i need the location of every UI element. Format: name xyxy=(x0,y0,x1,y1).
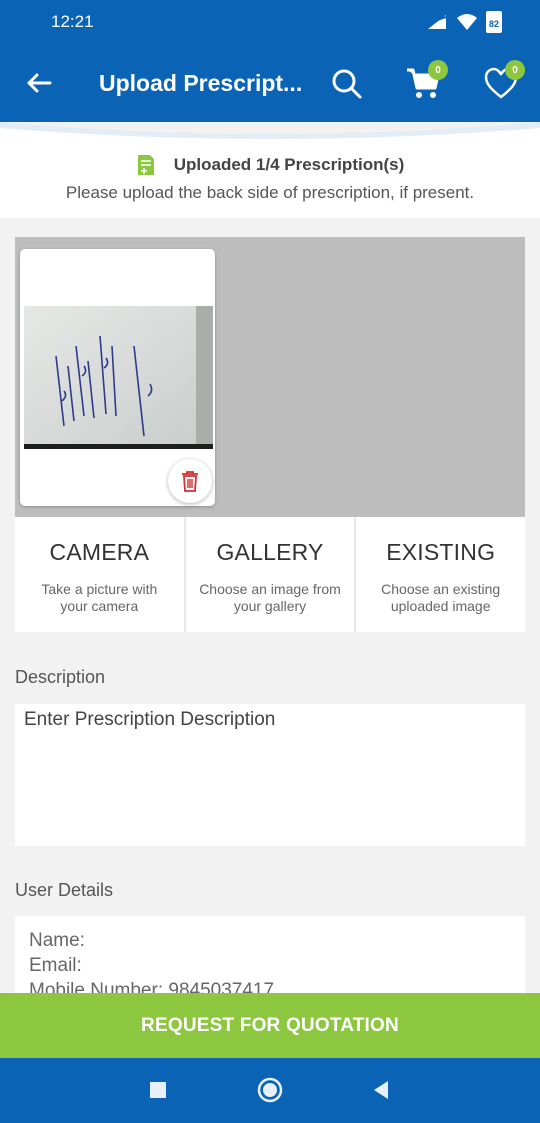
search-button[interactable] xyxy=(331,68,363,100)
cart-button[interactable]: 0 xyxy=(405,60,448,102)
camera-option-title: CAMERA xyxy=(49,539,150,565)
prescription-thumbnail-card[interactable] xyxy=(20,249,215,506)
description-input[interactable]: Enter Prescription Description xyxy=(15,704,525,846)
cart-count-badge: 0 xyxy=(428,60,448,80)
upload-hint: Please upload the back side of prescript… xyxy=(65,183,475,202)
status-time: 12:21 xyxy=(51,12,94,31)
existing-option-desc: Choose an existing uploaded image xyxy=(381,581,501,614)
description-label: Description xyxy=(15,667,106,687)
status-icons: 82 xyxy=(426,11,502,33)
back-button[interactable] xyxy=(24,68,54,98)
request-quotation-button[interactable]: REQUEST FOR QUOTATION xyxy=(0,993,540,1058)
gallery-option[interactable]: GALLERY Choose an image from your galler… xyxy=(185,517,355,632)
camera-option-desc: Take a picture with your camera xyxy=(41,581,158,614)
battery-level: 82 xyxy=(488,19,499,29)
prescription-image xyxy=(24,306,213,449)
existing-option[interactable]: EXISTING Choose an existing uploaded ima… xyxy=(356,517,526,632)
page-title: Upload Prescript... xyxy=(99,70,303,96)
upload-status: Uploaded 1/4 Prescription(s) xyxy=(0,154,540,176)
gallery-option-title: GALLERY xyxy=(216,539,324,565)
prescription-preview-area xyxy=(15,237,525,517)
trash-icon xyxy=(182,471,198,492)
home-button[interactable] xyxy=(257,1077,283,1103)
wishlist-button[interactable]: 0 xyxy=(483,60,525,102)
prescription-doc-icon xyxy=(137,155,154,175)
existing-option-title: EXISTING xyxy=(386,539,496,565)
delete-image-button[interactable] xyxy=(168,459,212,503)
search-icon xyxy=(332,69,362,99)
recents-button[interactable] xyxy=(145,1077,171,1103)
app-bar: Upload Prescript... 0 0 xyxy=(0,44,540,122)
prescription-photo xyxy=(24,306,213,449)
system-nav-bar xyxy=(0,1058,540,1123)
circle-icon xyxy=(257,1077,283,1103)
user-details-label: User Details xyxy=(15,880,114,900)
status-bar: 12:21 82 xyxy=(0,0,540,44)
camera-option[interactable]: CAMERA Take a picture with your camera xyxy=(15,517,184,632)
triangle-back-icon xyxy=(374,1081,388,1099)
upload-status-text: Uploaded 1/4 Prescription(s) xyxy=(173,155,405,174)
arrow-left-icon xyxy=(27,73,52,93)
wishlist-count-badge: 0 xyxy=(505,60,525,80)
square-icon xyxy=(150,1082,166,1098)
image-source-options: CAMERA Take a picture with your camera G… xyxy=(15,517,526,632)
user-email-line: Email: xyxy=(29,955,82,976)
gallery-option-desc: Choose an image from your gallery xyxy=(199,581,341,614)
back-nav-button[interactable] xyxy=(368,1077,394,1103)
signal-icon xyxy=(427,15,447,29)
user-name-line: Name: xyxy=(29,930,85,951)
wifi-icon xyxy=(457,14,477,30)
battery-icon: 82 xyxy=(486,11,502,33)
upload-info: Uploaded 1/4 Prescription(s) Please uplo… xyxy=(0,140,540,218)
